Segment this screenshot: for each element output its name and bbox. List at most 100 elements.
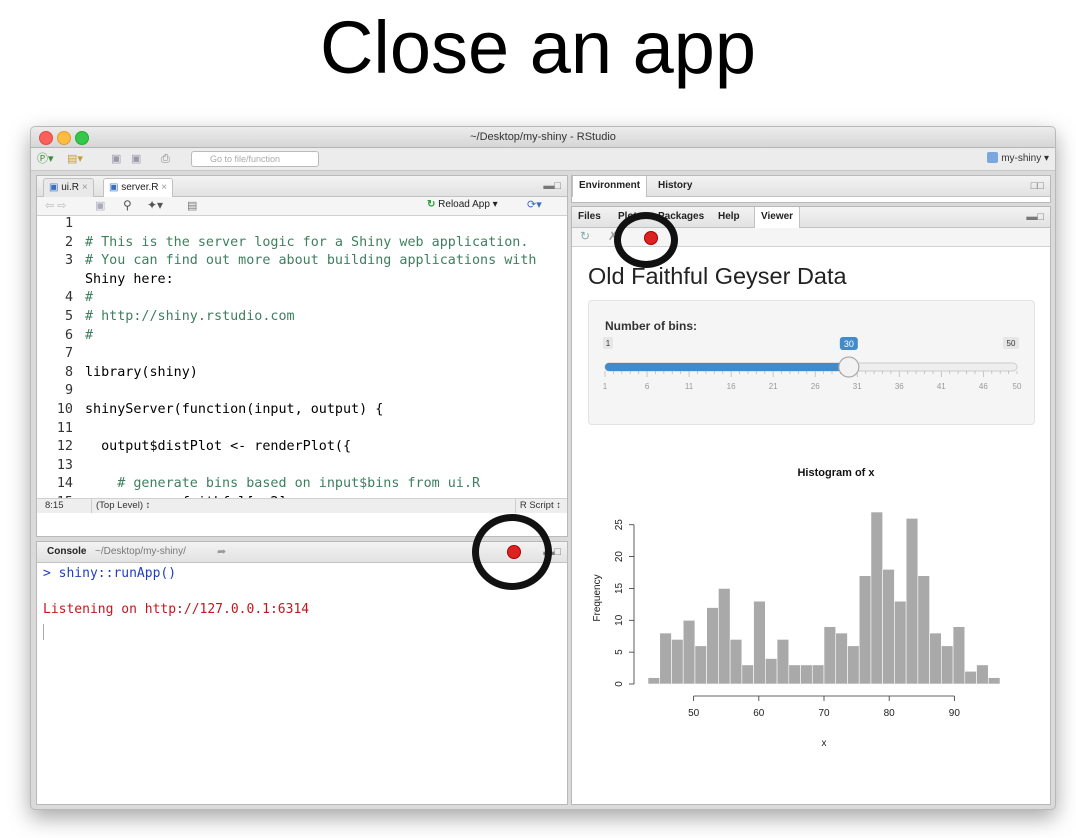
viewer-pane: Files Plots Packages Help Viewer ▬□ ↻ ✗ … <box>571 206 1051 805</box>
pane-restore-icon[interactable]: □□ <box>1031 180 1044 192</box>
project-label: my-shiny ▾ <box>1001 153 1049 164</box>
line-number: 9 <box>64 383 73 399</box>
refresh-icon[interactable]: ↻ <box>580 229 590 243</box>
tab-ui-r[interactable]: ▣ ui.R × <box>43 178 94 197</box>
histogram-bar <box>894 600 907 685</box>
console-output: Listening on http://127.0.0.1:6314 <box>43 602 310 617</box>
pane-minmax-icon[interactable]: ▬□ <box>1026 211 1044 223</box>
y-tick-label: 25 <box>614 519 625 531</box>
histogram-bar <box>788 664 801 685</box>
back-forward-icon[interactable]: ⇦ ⇨ <box>45 199 67 212</box>
tab-server-r-label: server.R <box>121 182 159 193</box>
window-titlebar: ~/Desktop/my-shiny - RStudio <box>31 127 1055 148</box>
minimize-window-button[interactable] <box>57 131 71 145</box>
reload-app-button[interactable]: ↻ Reload App ▾ <box>427 199 498 210</box>
line-number: 3 <box>64 253 73 269</box>
open-file-icon[interactable]: ▤▾ <box>67 152 83 166</box>
y-axis-label: Frequency <box>592 574 603 621</box>
tab-viewer[interactable]: Viewer <box>754 207 801 228</box>
histogram-bar <box>659 632 672 685</box>
line-number: 6 <box>64 327 73 343</box>
histogram-bar <box>882 569 895 685</box>
line-number: 14 <box>56 476 73 492</box>
slider-handle[interactable] <box>838 356 860 378</box>
code-line: # This is the server logic for a Shiny w… <box>85 234 529 250</box>
console-command: > shiny::runApp() <box>43 566 177 581</box>
goto-file-input[interactable]: Go to file/function <box>191 151 319 167</box>
histogram-bar <box>823 626 837 685</box>
slider-label: Number of bins: <box>605 319 697 333</box>
console-path: ~/Desktop/my-shiny/ <box>95 546 186 557</box>
line-number: 10 <box>56 402 73 417</box>
code-editor[interactable]: 1 2 # This is the server logic for a Shiny… <box>37 216 567 510</box>
close-tab-icon[interactable]: × <box>82 182 88 193</box>
tab-environment[interactable]: Environment <box>572 176 648 197</box>
histogram-bar <box>987 677 1001 685</box>
editor-subtoolbar: ⇦ ⇨ ▣ ⚲ ✦▾ ▤ ↻ Reload App ▾ ⟳▾ <box>37 197 567 216</box>
histogram-bar <box>706 607 719 685</box>
reload-icon: ↻ <box>427 199 436 210</box>
histogram-bar <box>765 658 778 685</box>
cursor-position: 8:15 <box>45 500 64 511</box>
slider-tick-label: 21 <box>769 382 778 391</box>
histogram-bar <box>718 588 731 685</box>
tab-history[interactable]: History <box>652 176 698 196</box>
line-number: 13 <box>56 457 73 473</box>
histogram-bar <box>694 645 707 685</box>
highlight-circle-viewer-stop <box>614 212 678 268</box>
histogram-bar <box>741 664 754 685</box>
slider-tick-label: 41 <box>937 382 946 391</box>
histogram-bar <box>952 626 966 685</box>
code-line: # <box>85 290 94 306</box>
project-menu[interactable]: my-shiny ▾ <box>987 152 1049 166</box>
env-tab-strip: Environment History □□ <box>572 176 1050 197</box>
histogram-bar <box>671 639 684 685</box>
console-title[interactable]: Console <box>47 546 86 557</box>
search-icon[interactable]: ⚲ <box>123 198 132 212</box>
tab-server-r[interactable]: ▣ server.R × <box>103 178 174 198</box>
save-icon[interactable]: ▣ <box>111 152 121 166</box>
magic-wand-icon[interactable]: ✦▾ <box>147 198 163 212</box>
histogram-bar <box>976 664 989 685</box>
slider-tick-label: 46 <box>979 382 988 391</box>
editor-status-bar: 8:15 (Top Level) ↕ R Script ↕ <box>37 498 567 513</box>
zoom-window-button[interactable] <box>75 131 89 145</box>
scope-dropdown[interactable]: (Top Level) ↕ <box>91 499 150 513</box>
tab-files[interactable]: Files <box>572 207 607 227</box>
go-to-directory-icon[interactable]: ➦ <box>217 545 226 558</box>
goto-file-placeholder: Go to file/function <box>210 154 281 164</box>
slide-title: Close an app <box>319 6 757 89</box>
pane-minmax-icon[interactable]: ▬□ <box>543 180 561 192</box>
file-type-dropdown[interactable]: R Script ↕ <box>514 499 561 513</box>
histogram-bar <box>811 664 825 685</box>
code-line: # <box>85 327 94 343</box>
line-number: 7 <box>64 346 73 362</box>
source-editor-pane: ▣ ui.R × ▣ server.R × ▬□ ⇦ ⇨ ▣ ⚲ ✦▾ ▤ ↻ … <box>36 175 568 537</box>
save-all-icon[interactable]: ▣ <box>131 152 141 166</box>
close-tab-icon[interactable]: × <box>161 182 167 193</box>
console-cursor[interactable] <box>43 624 44 640</box>
histogram-bar <box>858 575 872 685</box>
y-tick-label: 0 <box>614 681 625 687</box>
compile-report-icon[interactable]: ▤ <box>187 199 197 212</box>
line-number: 12 <box>56 439 73 455</box>
y-tick-label: 10 <box>614 614 625 626</box>
histogram-bar <box>800 664 813 685</box>
line-number: 2 <box>64 234 73 250</box>
x-tick-label: 60 <box>753 708 765 719</box>
histogram-bar <box>753 600 766 685</box>
slider-fill <box>605 363 849 371</box>
save-icon[interactable]: ▣ <box>95 199 105 212</box>
histogram-bar <box>964 670 977 685</box>
print-icon[interactable]: ⎙ <box>161 152 170 166</box>
r-file-icon: ▣ <box>49 182 59 193</box>
close-window-button[interactable] <box>39 131 53 145</box>
new-file-icon[interactable]: Ⓟ▾ <box>37 152 54 166</box>
histogram-bar <box>905 518 919 685</box>
publish-icon[interactable]: ⟳▾ <box>527 198 542 211</box>
slider-value-label: 30 <box>844 339 854 349</box>
tab-help[interactable]: Help <box>712 207 746 227</box>
editor-tab-strip: ▣ ui.R × ▣ server.R × ▬□ <box>37 176 567 198</box>
x-tick-label: 50 <box>688 708 700 719</box>
bins-slider[interactable]: 1 50301 6 11 16 21 26 31 36 41 46 50 <box>589 335 1034 415</box>
